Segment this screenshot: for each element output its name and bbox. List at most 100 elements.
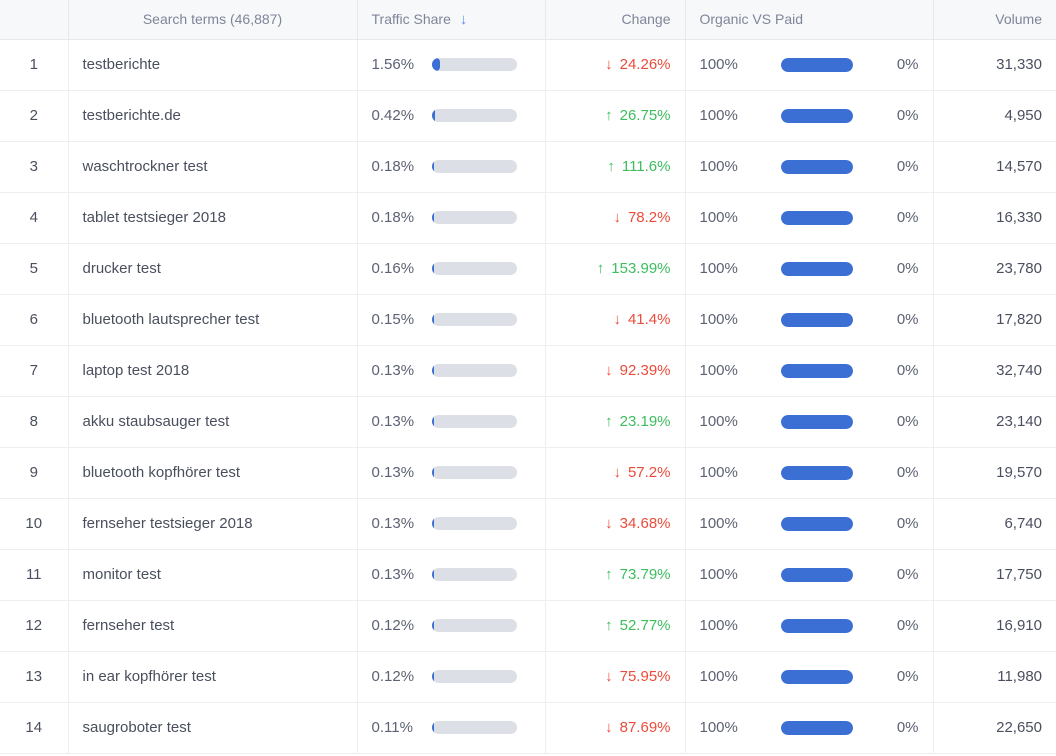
column-header-traffic-share[interactable]: Traffic Share ↓: [357, 0, 546, 40]
search-term-label: monitor test: [82, 566, 161, 583]
volume-value: 22,650: [996, 719, 1042, 736]
column-header-change[interactable]: Change: [545, 0, 686, 40]
cell-organic-vs-paid: 100% 0%: [685, 243, 934, 295]
cell-change: ↑ 153.99%: [545, 243, 686, 295]
change-value: 153.99%: [611, 260, 671, 277]
paid-percent: 0%: [896, 209, 919, 226]
paid-percent: 0%: [896, 311, 919, 328]
cell-search-term[interactable]: akku staubsauger test: [68, 396, 358, 448]
cell-rank: 4: [0, 192, 69, 244]
cell-search-term[interactable]: fernseher testsieger 2018: [68, 498, 358, 550]
table-row[interactable]: 1 testberichte 1.56% ↓ 24.26% 100% 0% 31,330: [0, 39, 1056, 91]
arrow-up-icon: ↑: [605, 566, 613, 583]
table-body: 1 testberichte 1.56% ↓ 24.26% 100% 0% 31,330 2 te…: [0, 39, 1056, 754]
search-term-label: akku staubsauger test: [82, 413, 230, 430]
table-row[interactable]: 6 bluetooth lautsprecher test 0.15% ↓ 41.4% 1…: [0, 294, 1056, 346]
organic-vs-paid-bar: [781, 159, 854, 174]
organic-percent: 100%: [699, 413, 738, 430]
organic-percent: 100%: [699, 515, 738, 532]
cell-search-term[interactable]: waschtrockner test: [68, 141, 358, 193]
traffic-share-value: 0.12%: [371, 668, 415, 685]
traffic-share-value: 0.13%: [371, 464, 415, 481]
cell-volume: 16,330: [933, 192, 1056, 244]
search-term-label: fernseher testsieger 2018: [82, 515, 253, 532]
cell-traffic-share: 0.42%: [357, 90, 546, 142]
cell-volume: 32,740: [933, 345, 1056, 397]
traffic-share-bar: [431, 313, 517, 326]
organic-percent: 100%: [699, 158, 738, 175]
organic-vs-paid-bar: [781, 720, 854, 735]
cell-search-term[interactable]: bluetooth kopfhörer test: [68, 447, 358, 499]
column-header-volume[interactable]: Volume: [933, 0, 1056, 40]
arrow-down-icon: ↓: [605, 515, 613, 532]
cell-change: ↓ 41.4%: [545, 294, 686, 346]
organic-percent: 100%: [699, 464, 738, 481]
table-row[interactable]: 3 waschtrockner test 0.18% ↑ 111.6% 100% 0% 14,…: [0, 141, 1056, 193]
table-row[interactable]: 10 fernseher testsieger 2018 0.13% ↓ 34.68% 1…: [0, 498, 1056, 550]
cell-search-term[interactable]: saugroboter test: [68, 702, 358, 754]
cell-traffic-share: 0.16%: [357, 243, 546, 295]
organic-vs-paid-bar: [781, 465, 854, 480]
cell-search-term[interactable]: fernseher test: [68, 600, 358, 652]
table-row[interactable]: 9 bluetooth kopfhörer test 0.13% ↓ 57.2% 100%…: [0, 447, 1056, 499]
cell-organic-vs-paid: 100% 0%: [685, 651, 934, 703]
column-header-organic-vs-paid[interactable]: Organic VS Paid: [685, 0, 934, 40]
rank-value: 10: [25, 515, 43, 532]
organic-vs-paid-bar: [781, 261, 854, 276]
cell-volume: 17,750: [933, 549, 1056, 601]
cell-search-term[interactable]: monitor test: [68, 549, 358, 601]
table-row[interactable]: 4 tablet testsieger 2018 0.18% ↓ 78.2% 100% 0%…: [0, 192, 1056, 244]
search-terms-table: Search terms (46,887) Traffic Share ↓ Ch…: [0, 0, 1056, 754]
organic-vs-paid-bar: [781, 108, 854, 123]
cell-search-term[interactable]: drucker test: [68, 243, 358, 295]
paid-percent: 0%: [896, 566, 919, 583]
organic-percent: 100%: [699, 566, 738, 583]
table-row[interactable]: 12 fernseher test 0.12% ↑ 52.77% 100% 0% 16,910: [0, 600, 1056, 652]
table-row[interactable]: 2 testberichte.de 0.42% ↑ 26.75% 100% 0% 4,950: [0, 90, 1056, 142]
cell-search-term[interactable]: in ear kopfhörer test: [68, 651, 358, 703]
search-term-label: testberichte: [82, 56, 161, 73]
arrow-down-icon[interactable]: ↓: [460, 12, 468, 27]
cell-volume: 23,140: [933, 396, 1056, 448]
paid-percent: 0%: [896, 107, 919, 124]
organic-vs-paid-bar: [781, 567, 854, 582]
search-term-label: in ear kopfhörer test: [82, 668, 216, 685]
cell-rank: 1: [0, 39, 69, 91]
cell-change: ↑ 52.77%: [545, 600, 686, 652]
search-term-label: saugroboter test: [82, 719, 191, 736]
organic-percent: 100%: [699, 260, 738, 277]
traffic-share-bar: [431, 619, 517, 632]
cell-search-term[interactable]: testberichte.de: [68, 90, 358, 142]
table-row[interactable]: 14 saugroboter test 0.11% ↓ 87.69% 100% 0% 22,6…: [0, 702, 1056, 754]
rank-value: 8: [29, 413, 38, 430]
table-row[interactable]: 8 akku staubsauger test 0.13% ↑ 23.19% 100% 0%…: [0, 396, 1056, 448]
cell-search-term[interactable]: bluetooth lautsprecher test: [68, 294, 358, 346]
volume-value: 19,570: [996, 464, 1042, 481]
cell-change: ↓ 92.39%: [545, 345, 686, 397]
cell-change: ↓ 57.2%: [545, 447, 686, 499]
search-term-label: drucker test: [82, 260, 161, 277]
traffic-share-bar: [431, 415, 517, 428]
column-header-rank[interactable]: [0, 0, 69, 40]
cell-rank: 5: [0, 243, 69, 295]
table-row[interactable]: 13 in ear kopfhörer test 0.12% ↓ 75.95% 100% 0…: [0, 651, 1056, 703]
cell-search-term[interactable]: testberichte: [68, 39, 358, 91]
change-value: 24.26%: [619, 56, 671, 73]
column-header-search-terms[interactable]: Search terms (46,887): [68, 0, 358, 40]
change-value: 111.6%: [621, 158, 671, 175]
table-row[interactable]: 11 monitor test 0.13% ↑ 73.79% 100% 0% 17,750: [0, 549, 1056, 601]
table-row[interactable]: 5 drucker test 0.16% ↑ 153.99% 100% 0% 23,780: [0, 243, 1056, 295]
organic-percent: 100%: [699, 362, 738, 379]
cell-change: ↓ 34.68%: [545, 498, 686, 550]
arrow-down-icon: ↓: [605, 719, 613, 736]
organic-percent: 100%: [699, 719, 738, 736]
volume-value: 11,980: [997, 668, 1042, 685]
cell-rank: 2: [0, 90, 69, 142]
column-header-volume-label: Volume: [995, 11, 1042, 28]
table-row[interactable]: 7 laptop test 2018 0.13% ↓ 92.39% 100% 0% 32,74…: [0, 345, 1056, 397]
cell-search-term[interactable]: laptop test 2018: [68, 345, 358, 397]
traffic-share-value: 0.11%: [371, 719, 413, 736]
cell-search-term[interactable]: tablet testsieger 2018: [68, 192, 358, 244]
change-value: 57.2%: [627, 464, 671, 481]
arrow-down-icon: ↓: [605, 362, 613, 379]
